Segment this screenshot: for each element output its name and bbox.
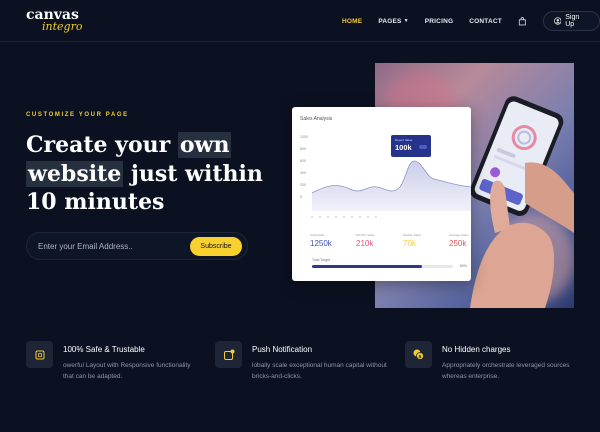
signup-button[interactable]: Sign Up	[542, 11, 600, 31]
stat-weekly-sales: Weekly Sales 70k	[403, 233, 421, 248]
feature-title: Push Notification	[252, 345, 313, 354]
nav-contact[interactable]: CONTACT	[469, 18, 502, 25]
tooltip-pill	[419, 145, 427, 149]
stat-label: Total Sales	[310, 233, 325, 237]
feature-desc: owerful Layout with Responsive functiona…	[63, 362, 191, 380]
feature-desc: lobally scale exceptional human capital …	[252, 362, 387, 380]
nav-pages[interactable]: PAGES ▼	[378, 18, 408, 25]
chip-icon	[26, 341, 53, 368]
sales-area-chart	[311, 160, 471, 218]
headline-highlight-website: website	[26, 160, 124, 187]
brand-logo[interactable]: canvas integro	[26, 8, 82, 32]
stat-average-sales: Average Sales 250k	[449, 233, 468, 248]
hero-headline: Create your own website just within 10 m…	[26, 131, 266, 217]
stat-value: 250k	[449, 239, 467, 248]
signup-label: Sign Up	[565, 14, 580, 28]
stat-monthly-sales: Monthly Sales 210k	[356, 233, 375, 248]
hero-eyebrow: CUSTOMIZE YOUR PAGE	[26, 112, 129, 118]
site-header: canvas integro HOME PAGES ▼ PRICING CONT…	[0, 0, 600, 42]
stat-label: Weekly Sales	[403, 233, 422, 237]
notification-icon	[215, 341, 242, 368]
chart-tooltip: Report Value 100k	[391, 135, 431, 157]
subscribe-form: Subscribe	[26, 232, 248, 260]
stat-value: 210k	[356, 239, 374, 248]
stat-value: 1250k	[310, 239, 332, 248]
feature-desc: Appropriately orchestrate leveraged sour…	[442, 362, 570, 380]
user-circle-icon	[553, 17, 562, 25]
chevron-down-icon: ▼	[403, 18, 409, 24]
coins-icon: $	[405, 341, 432, 368]
target-progress-fill	[312, 265, 422, 268]
main-nav: HOME PAGES ▼ PRICING CONTACT Sign Up	[342, 0, 600, 42]
stat-value: 70k	[403, 239, 416, 248]
nav-pricing[interactable]: PRICING	[425, 18, 454, 25]
target-percent: 80%	[460, 264, 468, 268]
tooltip-label: Report Value	[395, 138, 413, 142]
nav-pages-label: PAGES	[378, 17, 402, 25]
headline-part2: just within	[123, 160, 263, 187]
nav-home[interactable]: HOME	[342, 18, 362, 25]
sales-analysis-card: Sales Analysis 1000 800 600 400 200 0	[292, 107, 471, 281]
stat-label: Average Sales	[449, 233, 469, 237]
feature-title: 100% Safe & Trustable	[63, 345, 145, 354]
shopping-bag-icon[interactable]	[518, 16, 527, 26]
target-label: Total Target	[312, 258, 331, 262]
headline-part1: Create your	[26, 132, 178, 158]
stat-total-sales: Total Sales 1250k	[310, 233, 332, 248]
headline-line3: 10 minutes	[26, 189, 165, 215]
svg-text:$: $	[418, 354, 421, 360]
brand-sub: integro	[42, 20, 83, 33]
headline-highlight-own: own	[177, 132, 232, 158]
feature-title: No Hidden charges	[442, 345, 511, 354]
stat-label: Monthly Sales	[356, 233, 375, 237]
subscribe-button[interactable]: Subscribe	[190, 237, 242, 256]
target-progress-bar	[312, 265, 453, 268]
